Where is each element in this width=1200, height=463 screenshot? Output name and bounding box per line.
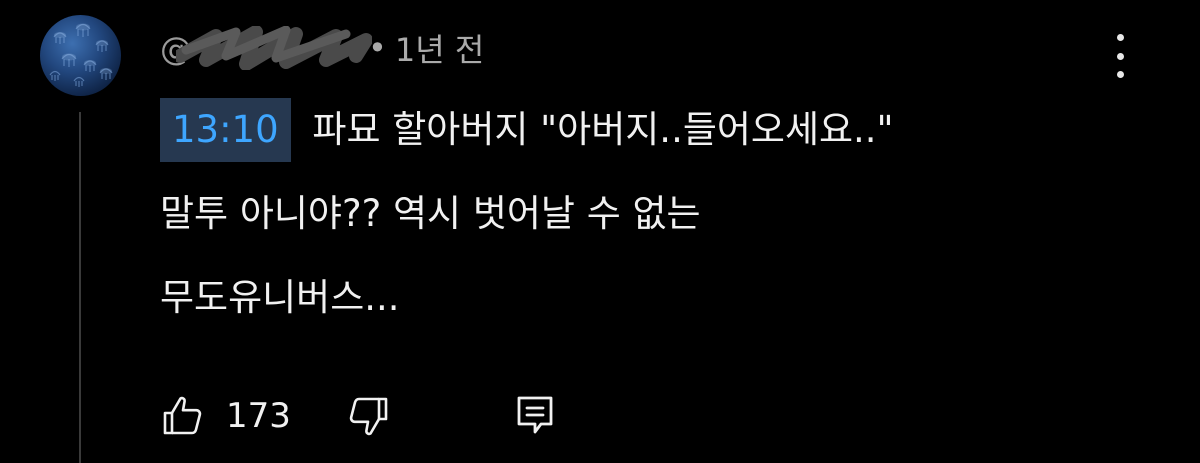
avatar[interactable] (40, 15, 121, 96)
author-handle[interactable]: @ (160, 26, 372, 70)
jellyfish-avatar-image (49, 23, 113, 87)
comment-line-3: 무도유니버스... (160, 276, 400, 319)
comment-line-1: 13:10 파묘 할아버지 "아버지..들어오세요.." (160, 88, 1160, 172)
comment-thread: @ • 1년 전 13:10 파묘 할아버지 "아버지..들어오세요.." 말투… (0, 0, 1200, 463)
kebab-dot (1116, 52, 1124, 60)
comment-line-2: 말투 아니야?? 역시 벗어날 수 없는 (160, 192, 701, 235)
like-count: 173 (226, 396, 291, 436)
comment-actions: 173 (160, 388, 559, 444)
comment-line-1-text: 파묘 할아버지 "아버지..들어오세요.." (300, 108, 894, 151)
thumbs-up-icon (163, 396, 202, 435)
dislike-button[interactable] (343, 392, 391, 440)
reply-comment-icon (517, 396, 553, 434)
time-ago[interactable]: 1년 전 (395, 25, 484, 71)
comment-header: @ • 1년 전 (160, 24, 484, 72)
timestamp-link[interactable]: 13:10 (160, 97, 291, 162)
redaction-scribble (176, 26, 372, 70)
kebab-dot (1116, 71, 1124, 78)
kebab-dot (1116, 34, 1124, 41)
thumbs-down-icon (349, 397, 388, 436)
comment-text: 13:10 파묘 할아버지 "아버지..들어오세요.." 말투 아니야?? 역시… (160, 88, 1160, 340)
thread-connector-line (79, 112, 81, 463)
like-button[interactable]: 173 (160, 392, 291, 440)
kebab-menu-icon[interactable] (1104, 34, 1136, 78)
reply-button[interactable] (511, 392, 559, 440)
